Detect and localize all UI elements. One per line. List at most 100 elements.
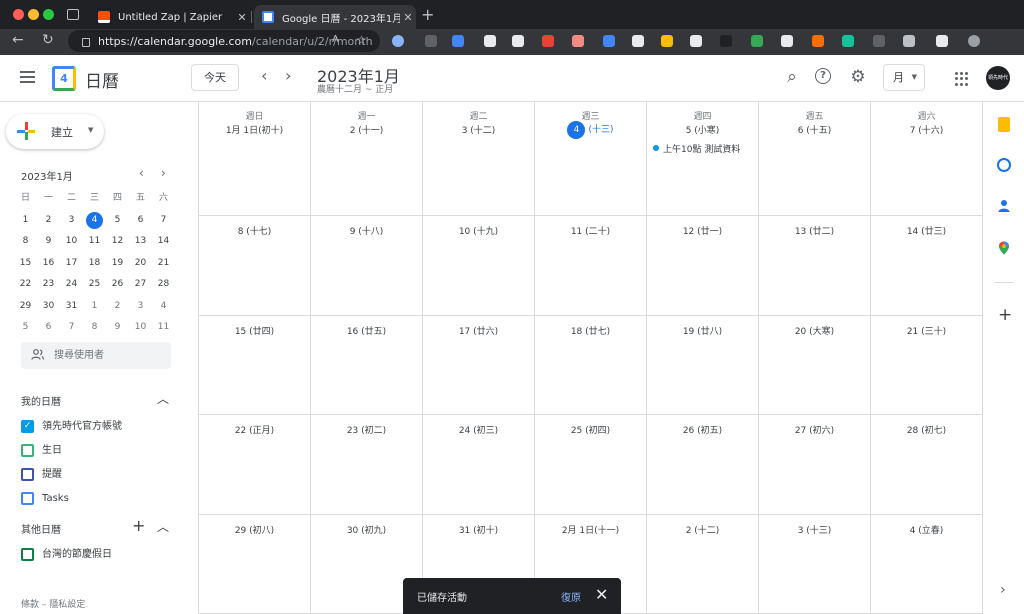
day-number[interactable]: 26 (初五) [647,423,758,436]
chevron-left-icon[interactable]: ‹ [261,66,267,85]
day-number[interactable]: 3 (十三) [759,523,870,536]
mini-day[interactable]: 30 [37,296,60,318]
tab-overview-icon[interactable] [67,9,79,20]
day-number[interactable]: 31 (初十) [423,523,534,536]
reload-icon[interactable]: ↻ [42,32,54,48]
today-date-circle[interactable]: 4 [567,121,586,139]
chevron-up-icon[interactable]: ︿ [157,390,169,407]
mini-day[interactable]: 24 [60,274,83,296]
undo-button[interactable]: 復原 [561,589,581,604]
my-calendars-title[interactable]: 我的日曆 [21,393,61,408]
mini-day[interactable]: 4 [152,296,175,318]
mini-day[interactable]: 31 [60,296,83,318]
day-number[interactable]: 9 (十八) [311,224,422,237]
mini-day[interactable]: 1 [14,210,37,232]
mini-day[interactable]: 23 [37,274,60,296]
mini-day[interactable]: 3 [60,210,83,232]
extension-icon[interactable] [512,35,524,47]
day-cell[interactable]: 23 (初二) [310,415,422,515]
close-icon[interactable]: ✕ [595,585,608,604]
day-number[interactable]: 12 (廿一) [647,224,758,237]
calendar-list-item[interactable]: 台灣的節慶假日 [21,548,112,562]
day-number[interactable]: 30 (初九) [311,523,422,536]
extension-icon[interactable] [781,35,793,47]
mini-day[interactable]: 2 [106,296,129,318]
day-number[interactable]: 24 (初三) [423,423,534,436]
minimize-window-button[interactable] [28,9,39,20]
extension-icon[interactable] [542,35,554,47]
add-calendar-icon[interactable]: + [132,516,145,535]
day-cell[interactable]: 10 (十九) [422,216,534,316]
mini-day[interactable]: 8 [83,317,106,339]
mini-day[interactable]: 25 [83,274,106,296]
day-cell[interactable]: 24 (初三) [422,415,534,515]
day-number[interactable]: 15 (廿四) [199,324,310,337]
checkbox[interactable] [21,492,34,505]
day-cell[interactable]: 3 (十三) [758,515,870,614]
day-cell[interactable]: 14 (廿三) [870,216,982,316]
day-cell[interactable]: 27 (初六) [758,415,870,515]
profile-avatar[interactable] [968,35,980,47]
day-number[interactable]: 5 (小寒) [647,123,758,136]
mini-day[interactable]: 27 [129,274,152,296]
day-cell[interactable]: 4 (立春) [870,515,982,614]
today-button[interactable]: 今天 [191,64,239,91]
calendar-list-item[interactable]: 提醒 [21,468,62,482]
create-event-button[interactable]: 建立 ▼ [6,114,104,149]
mini-day[interactable]: 26 [106,274,129,296]
checkbox[interactable] [21,444,34,457]
day-number[interactable]: 14 (廿三) [871,224,982,237]
mini-day[interactable]: 1 [83,296,106,318]
day-cell[interactable]: 12 (廿一) [646,216,758,316]
main-menu-icon[interactable] [20,71,35,86]
day-cell[interactable]: 28 (初七) [870,415,982,515]
day-cell[interactable]: 週三 4 (十三) [534,102,646,216]
contacts-icon[interactable] [997,199,1011,213]
mini-day[interactable]: 2 [37,210,60,232]
day-number[interactable]: 2 (十一) [311,123,422,136]
checkbox-checked[interactable]: ✓ [21,420,34,433]
browser-tab-calendar[interactable]: Google 日曆 - 2023年1月 ✕ [254,5,416,29]
day-cell[interactable]: 16 (廿五) [310,316,422,415]
day-cell[interactable]: 週二 3 (十二) [422,102,534,216]
day-number[interactable]: 7 (十六) [871,123,982,136]
checkbox[interactable] [21,548,34,561]
browser-tab-zapier[interactable]: Untitled Zap | Zapier ✕ [90,5,250,29]
mini-day[interactable]: 17 [60,253,83,275]
mini-prev-month-icon[interactable]: ‹ [139,166,144,180]
mini-day[interactable]: 7 [152,210,175,232]
terms-privacy-link[interactable]: 條款 – 隱私設定 [21,597,85,610]
mini-day[interactable]: 11 [152,317,175,339]
extension-icon[interactable] [812,35,824,47]
day-number[interactable]: 11 (二十) [535,224,646,237]
mini-day[interactable]: 9 [106,317,129,339]
day-number[interactable]: 16 (廿五) [311,324,422,337]
expand-panel-chevron-icon[interactable]: › [1000,582,1006,598]
close-window-button[interactable] [13,9,24,20]
keep-icon[interactable] [998,117,1010,132]
extension-icon[interactable] [661,35,673,47]
mini-day[interactable]: 28 [152,274,175,296]
day-cell[interactable]: 週六 7 (十六) [870,102,982,216]
search-icon[interactable]: ⌕ [783,68,801,86]
mini-day[interactable]: 20 [129,253,152,275]
calendar-list-item[interactable]: Tasks [21,492,69,506]
day-number[interactable]: 28 (初七) [871,423,982,436]
mini-day[interactable]: 18 [83,253,106,275]
get-addons-plus-icon[interactable]: + [998,305,1012,325]
extension-icon[interactable] [751,35,763,47]
extension-icon[interactable] [572,35,584,47]
day-cell[interactable]: 17 (廿六) [422,316,534,415]
mini-day[interactable]: 19 [106,253,129,275]
other-calendars-title[interactable]: 其他日曆 [21,521,61,536]
day-number[interactable]: 3 (十二) [423,123,534,136]
mini-day[interactable]: 8 [14,231,37,253]
mini-day[interactable]: 6 [37,317,60,339]
tab-close-icon[interactable]: ✕ [400,11,416,24]
mini-day[interactable]: 16 [37,253,60,275]
day-cell[interactable]: 26 (初五) [646,415,758,515]
mini-next-month-icon[interactable]: › [161,166,166,180]
mini-day[interactable]: 5 [14,317,37,339]
notion-icon[interactable] [484,35,496,47]
day-number[interactable]: 27 (初六) [759,423,870,436]
